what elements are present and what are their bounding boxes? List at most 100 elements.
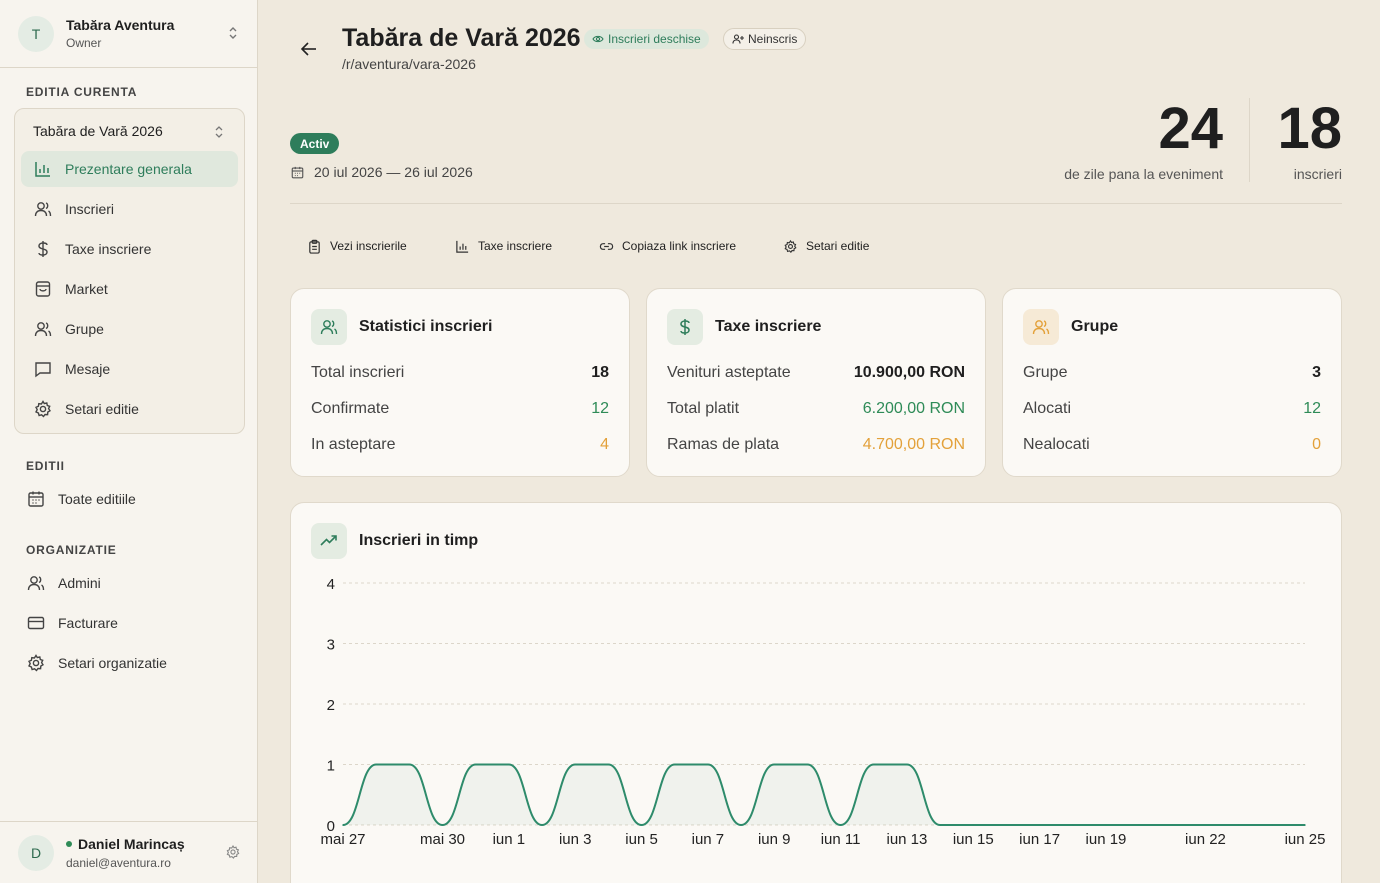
row-value: 0 [1312,436,1321,453]
x-tick-label: iun 22 [1185,831,1226,848]
data-point [906,763,908,766]
stat-divider [1249,98,1250,182]
stat-row: Venituri asteptate 10.900,00 RON [667,364,965,382]
data-point [1237,824,1240,826]
row-value: 3 [1312,364,1321,381]
nav-label: Taxe inscriere [65,241,152,257]
nav-mesaje[interactable]: Mesaje [21,351,238,387]
x-tick-label: iun 25 [1285,831,1326,848]
signups-value: 18 [1277,96,1342,161]
nav-label: Inscrieri [65,201,115,217]
gear-icon [28,654,44,672]
current-edition-label: EDITIA CURENTA [26,85,138,99]
row-label: In asteptare [311,436,396,453]
data-point [707,763,709,766]
x-tick-label: iun 19 [1086,831,1127,848]
row-value: 12 [1303,400,1321,417]
editions-label: EDITII [26,459,65,473]
x-tick-label: mai 27 [320,831,365,848]
row-label: Venituri asteptate [667,364,791,381]
copy-link-button[interactable]: Copiaza link inscriere [599,236,736,256]
y-tick-label: 3 [327,637,335,654]
users-icon [320,320,338,335]
organization-label: ORGANIZATIE [26,543,117,557]
user-group-icon [1032,320,1050,335]
nav-market[interactable]: Market [21,271,238,307]
chevron-updown-icon [229,27,237,39]
y-tick-label: 1 [327,758,335,775]
stat-row: Grupe 3 [1023,364,1321,382]
action-label: Copiaza link inscriere [622,239,737,253]
row-label: Confirmate [311,400,390,417]
x-tick-label: iun 9 [758,831,791,848]
data-point [1171,824,1174,826]
nav-setari-organizatie[interactable]: Setari organizatie [26,648,167,678]
nav-taxe-inscriere[interactable]: Taxe inscriere [21,231,238,267]
shopping-bag-icon [35,281,51,297]
users-icon [34,202,52,217]
stat-row: Alocati 12 [1023,400,1321,418]
enrollment-status-badge: Neinscris [723,28,807,50]
row-label: Total platit [667,400,740,417]
data-point [342,824,344,826]
groups-card: Grupe Grupe 3 Alocati 12 Nealocati 0 [1002,288,1342,477]
edition-settings-button[interactable]: Setari editie [783,236,869,256]
nav-facturare[interactable]: Facturare [26,608,118,638]
action-label: Setari editie [806,239,870,253]
registration-stats-card: Statistici inscrieri Total inscrieri 18 C… [290,288,630,477]
edition-select[interactable]: Tabăra de Vară 2026 [33,123,163,139]
row-value: 18 [591,364,609,381]
days-until-event: 24 de zile pana la eveniment [1064,100,1223,183]
data-point [1071,824,1074,826]
back-arrow-icon[interactable] [300,40,318,58]
dollar-icon [38,241,48,257]
stat-row: In asteptare 4 [311,436,609,454]
stat-row: Total platit 6.200,00 RON [667,400,965,418]
nav-label: Setari editie [65,401,139,417]
fees-button[interactable]: Taxe inscriere [455,236,552,256]
data-point [806,763,809,766]
nav-label: Setari organizatie [58,655,167,671]
data-point [574,763,577,766]
edition-slug: /r/aventura/vara-2026 [342,56,476,72]
user-group-icon [34,322,52,337]
user-plus-icon [732,34,744,44]
row-label: Alocati [1023,400,1072,417]
data-point [474,763,477,766]
data-point [508,763,510,766]
nav-inscrieri[interactable]: Inscrieri [21,191,238,227]
stat-row: Confirmate 12 [311,400,609,418]
nav-toate-editiile[interactable]: Toate editiile [26,484,136,514]
org-name: Tabăra Aventura [66,17,175,33]
nav-label: Toate editiile [58,491,136,507]
gear-icon [784,239,797,253]
data-point [541,824,543,826]
calendar-icon [291,166,304,178]
org-switcher[interactable]: T Tabăra Aventura Owner [0,0,257,68]
row-value: 10.900,00 RON [853,364,965,381]
nav-prezentare-generala[interactable]: Prezentare generala [21,151,238,187]
view-registrations-button[interactable]: Vezi inscrierile [307,236,407,256]
gear-icon[interactable] [225,844,241,860]
signups-label: inscrieri [1293,166,1342,182]
x-tick-label: iun 1 [493,831,526,848]
user-email: daniel@aventura.ro [66,855,171,870]
data-point [673,763,676,766]
data-point [375,763,377,766]
user-profile[interactable]: D Daniel Marincaș daniel@aventura.ro [0,821,257,883]
data-point [1271,824,1273,826]
nav-grupe[interactable]: Grupe [21,311,238,347]
card-title: Statistici inscrieri [359,318,493,335]
days-label: de zile pana la eveniment [1064,166,1223,182]
data-point [773,763,776,766]
x-tick-label: iun 17 [1019,831,1060,848]
action-label: Taxe inscriere [478,239,553,253]
data-point [408,763,411,766]
card-icon-box [311,309,347,345]
signups-count: 18 inscrieri [1277,96,1342,183]
badge-label: Inscrieri deschise [608,32,701,46]
nav-setari-editie[interactable]: Setari editie [21,391,238,427]
org-role: Owner [66,36,102,50]
stat-row: Total inscrieri 18 [311,364,609,382]
nav-admini[interactable]: Admini [26,568,101,598]
